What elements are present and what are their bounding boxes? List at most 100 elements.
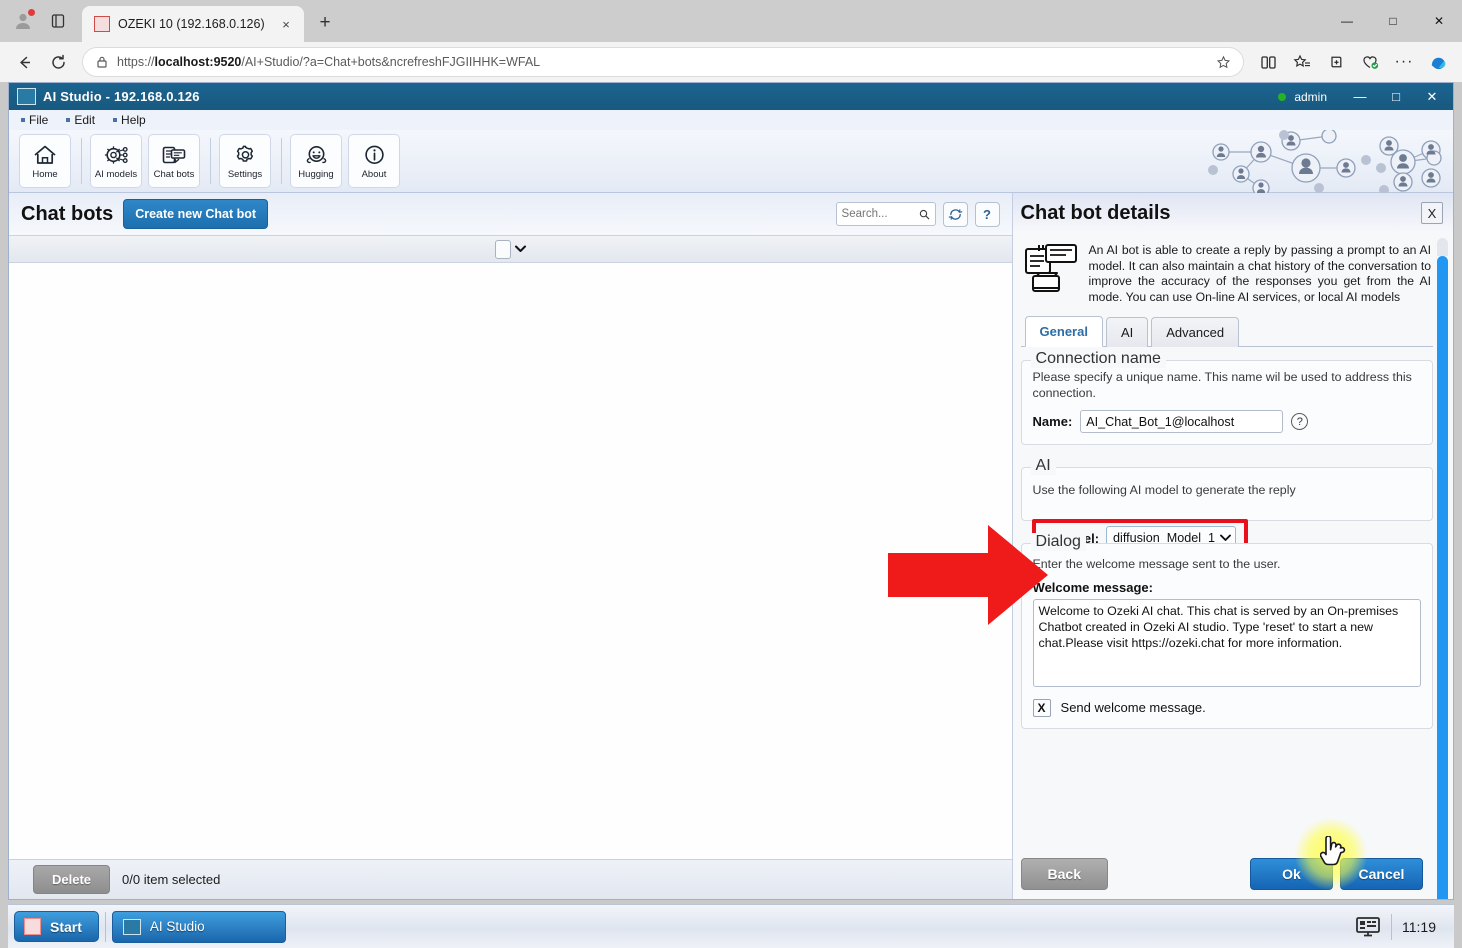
app-maximize-button[interactable]: □	[1379, 83, 1413, 110]
collections-icon[interactable]	[1320, 47, 1352, 77]
taskbar-clock[interactable]: 11:19	[1402, 919, 1436, 935]
new-tab-button[interactable]: +	[310, 8, 340, 38]
name-input[interactable]	[1080, 410, 1284, 433]
split-screen-icon[interactable]	[1252, 47, 1284, 77]
start-button[interactable]: Start	[14, 911, 99, 942]
details-description: An AI bot is able to create a reply by p…	[1088, 243, 1431, 304]
gear-icon	[236, 145, 253, 162]
ribbon-button-about[interactable]: About	[348, 134, 400, 188]
browser-essentials-icon[interactable]	[1354, 47, 1386, 77]
search-box[interactable]	[835, 202, 936, 226]
browser-toolbar: https://localhost:9520/AI+Studio/?a=Chat…	[0, 42, 1462, 82]
selection-status-label: 0/0 item selected	[122, 872, 221, 887]
ribbon-label-chat-bots: Chat bots	[153, 168, 195, 180]
menu-item-help-label: Help	[121, 113, 146, 127]
chat-bot-document-icon	[1024, 244, 1077, 292]
ribbon-button-home[interactable]: Home	[19, 134, 71, 188]
ribbon-button-settings[interactable]: Settings	[219, 134, 271, 188]
send-welcome-message-row: X Send welcome message.	[1032, 699, 1421, 717]
tray-separator	[1391, 913, 1392, 940]
app-menu-bar: File Edit Help	[9, 110, 1453, 130]
chat-bot-details-panel: Chat bot details X An AI bot is able to …	[1012, 193, 1453, 899]
menu-item-edit-label: Edit	[74, 113, 96, 127]
chevron-down-icon	[1220, 534, 1231, 541]
close-tab-icon[interactable]: ×	[276, 14, 296, 34]
details-scrollbar[interactable]	[1437, 238, 1448, 899]
menu-bullet-icon	[21, 118, 25, 122]
ribbon-label-hugging: Hugging	[298, 168, 334, 180]
list-select-all-bar	[9, 235, 1012, 263]
send-welcome-message-checkbox[interactable]: X	[1032, 699, 1051, 717]
ribbon-separator	[210, 138, 211, 184]
ai-studio-window: AI Studio - 192.168.0.126 admin — □ ✕ Fi…	[8, 82, 1454, 900]
connection-name-section: Connection name Please specify a unique …	[1020, 350, 1433, 445]
app-titlebar-right: admin — □ ✕	[1278, 83, 1449, 110]
select-all-checkbox[interactable]	[494, 239, 511, 259]
welcome-message-textarea[interactable]	[1032, 599, 1421, 687]
app-title: AI Studio - 192.168.0.126	[43, 89, 200, 104]
menu-bullet-icon	[113, 118, 118, 122]
favorites-icon[interactable]	[1286, 47, 1318, 77]
browser-tab-title: OZEKI 10 (192.168.0.126)	[118, 17, 265, 31]
address-bar-url: https://localhost:9520/AI+Studio/?a=Chat…	[117, 55, 541, 69]
search-input[interactable]	[841, 208, 915, 220]
connection-name-help: Please specify a unique name. This name …	[1032, 370, 1412, 400]
ai-section: AI Use the following AI model to generat…	[1020, 457, 1433, 557]
chat-bots-table-body	[9, 263, 1012, 859]
help-button[interactable]: ?	[974, 201, 1000, 227]
scrollbar-thumb[interactable]	[1437, 256, 1448, 899]
ribbon-button-ai-models[interactable]: AI models	[90, 134, 142, 188]
menu-item-edit[interactable]: Edit	[66, 113, 95, 127]
app-close-button[interactable]: ✕	[1415, 83, 1449, 110]
close-details-button[interactable]: X	[1421, 202, 1443, 224]
display-icon[interactable]	[1355, 916, 1381, 938]
tab-ai[interactable]: AI	[1105, 317, 1149, 347]
list-header: Chat bots Create new Chat bot ?	[9, 193, 1012, 235]
refresh-button[interactable]	[942, 201, 968, 227]
back-button[interactable]	[8, 47, 40, 77]
refresh-icon	[948, 208, 962, 220]
ai-studio-taskbar-icon	[122, 918, 141, 935]
ai-help: Use the following AI model to generate t…	[1032, 483, 1296, 497]
chat-bots-icon	[162, 146, 186, 163]
search-icon	[919, 209, 930, 219]
start-button-label: Start	[50, 918, 82, 935]
ribbon-label-ai-models: AI models	[94, 168, 138, 180]
address-bar[interactable]: https://localhost:9520/AI+Studio/?a=Chat…	[82, 47, 1244, 77]
browser-maximize-button[interactable]: □	[1370, 0, 1416, 42]
create-new-chat-bot-button[interactable]: Create new Chat bot	[123, 199, 269, 229]
online-status-dot	[1278, 92, 1287, 101]
taskbar-item-ai-studio[interactable]: AI Studio	[111, 910, 286, 943]
browser-minimize-button[interactable]: —	[1324, 0, 1370, 42]
more-options-icon[interactable]: ···	[1388, 47, 1420, 77]
delete-button[interactable]: Delete	[33, 865, 111, 894]
tab-search-button[interactable]	[42, 5, 74, 37]
ok-button[interactable]: Ok	[1250, 858, 1333, 890]
profile-button[interactable]	[6, 4, 40, 38]
menu-bullet-icon	[66, 118, 71, 122]
menu-item-file-label: File	[29, 113, 49, 127]
star-icon[interactable]	[1209, 49, 1237, 75]
ribbon-button-hugging[interactable]: Hugging	[290, 134, 342, 188]
page-title: Chat bots	[21, 202, 114, 225]
tab-advanced[interactable]: Advanced	[1151, 317, 1240, 347]
reload-button[interactable]	[42, 47, 74, 77]
copilot-icon[interactable]	[1422, 47, 1454, 77]
cancel-button[interactable]: Cancel	[1340, 858, 1423, 890]
windows-taskbar: Start AI Studio 11:19	[8, 904, 1454, 948]
home-icon	[34, 145, 56, 164]
network-decoration-graphic	[1191, 130, 1453, 193]
app-title-bar: AI Studio - 192.168.0.126 admin — □ ✕	[9, 83, 1453, 110]
ai-studio-logo-icon	[17, 88, 36, 105]
back-button[interactable]: Back	[1020, 858, 1108, 890]
name-help-icon[interactable]: ?	[1291, 413, 1309, 430]
menu-item-help[interactable]: Help	[113, 113, 146, 127]
ribbon-label-settings: Settings	[227, 168, 263, 180]
app-minimize-button[interactable]: —	[1343, 83, 1377, 110]
ribbon-label-home: Home	[32, 168, 58, 180]
ribbon-button-chat-bots[interactable]: Chat bots	[148, 134, 200, 188]
browser-tab[interactable]: OZEKI 10 (192.168.0.126) ×	[82, 6, 304, 42]
tab-general[interactable]: General	[1024, 316, 1103, 347]
browser-close-button[interactable]: ✕	[1416, 0, 1462, 42]
menu-item-file[interactable]: File	[21, 113, 48, 127]
